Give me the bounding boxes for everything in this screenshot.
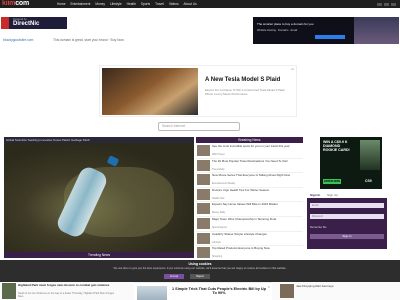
news-title: Top Rated Products Everyone Is Buying No… xyxy=(212,247,270,251)
news-thumbnail xyxy=(197,174,210,186)
nav-item-sports[interactable]: Sports xyxy=(141,0,150,8)
list-item[interactable]: Doctors Urge Health Tips For Winter Seas… xyxy=(196,188,303,203)
cookie-text: We use them to give you the best experie… xyxy=(113,267,287,270)
bottom-article-sub: Sarah & Co Gun Violence on the way to a … xyxy=(18,292,115,298)
rookie-ad-brand: CS9 xyxy=(365,179,372,183)
bottom-right-title[interactable]: Jaw-Dropping Rail Journeys xyxy=(296,284,396,289)
nav-icons xyxy=(377,0,396,8)
news-thumbnail xyxy=(197,247,210,259)
hero-caption: Global Scientists Teaching Innovative Oc… xyxy=(4,137,194,143)
enter-now-button[interactable]: ENTER NOW xyxy=(323,179,341,184)
news-title: Celebrity Shares Simple Lifestyle Change… xyxy=(212,232,267,236)
rookie-card-image xyxy=(360,140,380,170)
news-source: Sports Report xyxy=(212,225,227,229)
password-field[interactable]: Password xyxy=(310,214,384,219)
tesla-ad-headline: A New Tesla Model S Plaid xyxy=(205,77,281,83)
cookie-title: Using cookies xyxy=(188,262,212,266)
breadcrumb-note: This domain is great, start your brand ·… xyxy=(53,38,124,42)
close-icon[interactable]: ✕ xyxy=(267,285,270,289)
news-title: The 20 Most Popular Travel Destinations … xyxy=(212,159,288,163)
news-source: Lifestyle xyxy=(212,240,221,244)
news-title: See the most incredible spots for you on… xyxy=(212,145,290,148)
tesla-ad[interactable]: A New Tesla Model S Plaid Electric For A… xyxy=(99,65,297,117)
news-title: Experts Say Home Values Will Rise In 202… xyxy=(212,203,278,207)
ad-badge: Ad xyxy=(290,68,294,71)
domain-ad-sub: Website Hosting · Domains · Email xyxy=(257,29,298,32)
tab-signin[interactable]: Sign In xyxy=(310,193,320,197)
nav-item-entertainment[interactable]: Entertainment xyxy=(71,0,91,8)
social-icon[interactable] xyxy=(391,2,396,6)
news-source: MSN Travel xyxy=(212,153,225,156)
electric-ad-text: 1 Simple Trick That Cuts People's Electr… xyxy=(172,287,266,296)
domain-ad-title: The smarter place to buy a domain for yo… xyxy=(257,22,314,26)
news-thumbnail xyxy=(197,159,210,171)
directnic-logo-icon xyxy=(1,17,9,29)
news-source: Travel Daily xyxy=(212,167,225,171)
rookie-ad-text: WIN A C$9.9 K DIAMOND ROOKIE CARD! xyxy=(323,140,350,153)
news-thumbnail xyxy=(197,232,210,244)
nav-item-about[interactable]: About Us xyxy=(184,0,197,8)
signin-tabs: Sign In Sign Up xyxy=(307,192,387,198)
news-thumbnail xyxy=(197,203,210,215)
nav-menu: Home Entertainment Money Lifestyle Healt… xyxy=(57,0,197,8)
news-title: Doctors Urge Health Tips For Winter Seas… xyxy=(212,188,270,192)
breadcrumb-site-link[interactable]: bloodygoodsfire.com xyxy=(3,38,33,42)
tab-signup[interactable]: Sign Up xyxy=(327,193,338,197)
tesla-ad-desc: Electric For A Chance To Win A Customize… xyxy=(205,88,286,96)
nav-item-home[interactable]: Home xyxy=(57,0,66,8)
list-item[interactable]: See the most incredible spots for you on… xyxy=(196,144,303,159)
list-item[interactable]: Celebrity Shares Simple Lifestyle Change… xyxy=(196,232,303,247)
email-field[interactable]: Email xyxy=(310,203,384,208)
top-nav: kiimcom Home Entertainment Money Lifesty… xyxy=(0,0,400,8)
signin-panel: Sign In Sign Up Email Password Remember … xyxy=(307,192,387,249)
social-icon[interactable] xyxy=(377,2,382,6)
nav-item-health[interactable]: Health xyxy=(127,0,136,8)
hero-article[interactable]: Global Scientists Teaching Innovative Oc… xyxy=(4,137,194,252)
nav-item-videos[interactable]: Videos xyxy=(169,0,179,8)
breaking-news-header: Breaking News xyxy=(196,137,303,143)
trending-news-header: Trending News xyxy=(4,252,194,258)
news-title: New Movie Series That Everyone Is Talkin… xyxy=(212,174,290,178)
news-title: Major Team Wins Championship In Stunning… xyxy=(212,217,277,221)
news-source: Shopping xyxy=(212,255,223,259)
tesla-interior-image xyxy=(102,68,198,115)
rookie-card-ad[interactable]: WIN A C$9.9 K DIAMOND ROOKIE CARD! ENTER… xyxy=(320,137,382,189)
bottom-article-thumbnail[interactable] xyxy=(2,283,16,299)
breadcrumb: bloodygoodsfire.com This domain is great… xyxy=(0,37,400,44)
list-item[interactable]: Major Team Wins Championship In Stunning… xyxy=(196,217,303,232)
banner-brand: DirectNic xyxy=(13,21,40,27)
breaking-news-list: See the most incredible spots for you on… xyxy=(196,144,303,261)
directnic-banner[interactable]: Powered by DirectNic xyxy=(1,17,67,29)
header-banner: Powered by DirectNic The smarter place t… xyxy=(0,8,400,44)
news-source: Money Daily xyxy=(212,211,226,215)
news-source: Entertainment Weekly xyxy=(212,182,236,186)
site-logo[interactable]: kiimcom xyxy=(2,0,29,8)
signin-button[interactable]: Sign In xyxy=(310,234,384,239)
list-item[interactable]: Experts Say Home Values Will Rise In 202… xyxy=(196,202,303,217)
nav-item-lifestyle[interactable]: Lifestyle xyxy=(110,0,122,8)
list-item[interactable]: Top Rated Products Everyone Is Buying No… xyxy=(196,246,303,261)
list-item[interactable]: New Movie Series That Everyone Is Talkin… xyxy=(196,173,303,188)
bottom-right-thumbnail[interactable] xyxy=(280,284,294,298)
news-thumbnail xyxy=(197,188,210,200)
electric-ad-image xyxy=(137,286,167,300)
nav-item-money[interactable]: Money xyxy=(95,0,105,8)
cookie-accept-button[interactable]: Accept xyxy=(164,274,184,279)
cookie-banner: Using cookies We use them to give you th… xyxy=(0,260,400,282)
social-icon[interactable] xyxy=(384,2,389,6)
electric-bill-ad[interactable]: 1 Simple Trick That Cuts People's Electr… xyxy=(134,282,272,300)
remember-me-checkbox[interactable]: Remember Me xyxy=(310,226,327,229)
search-input[interactable]: Search Internet xyxy=(158,122,240,131)
nav-item-travel[interactable]: Travel xyxy=(155,0,164,8)
news-source: Health Now xyxy=(212,196,225,200)
cookie-reject-button[interactable]: Reject xyxy=(190,274,210,279)
logo-part2: com xyxy=(15,0,30,7)
bottom-article-title[interactable]: Highland Park mom forges new mission to … xyxy=(18,283,118,288)
logo-part1: kiim xyxy=(2,0,16,7)
list-item[interactable]: The 20 Most Popular Travel Destinations … xyxy=(196,159,303,174)
news-thumbnail xyxy=(197,217,210,229)
news-thumbnail xyxy=(197,145,210,156)
